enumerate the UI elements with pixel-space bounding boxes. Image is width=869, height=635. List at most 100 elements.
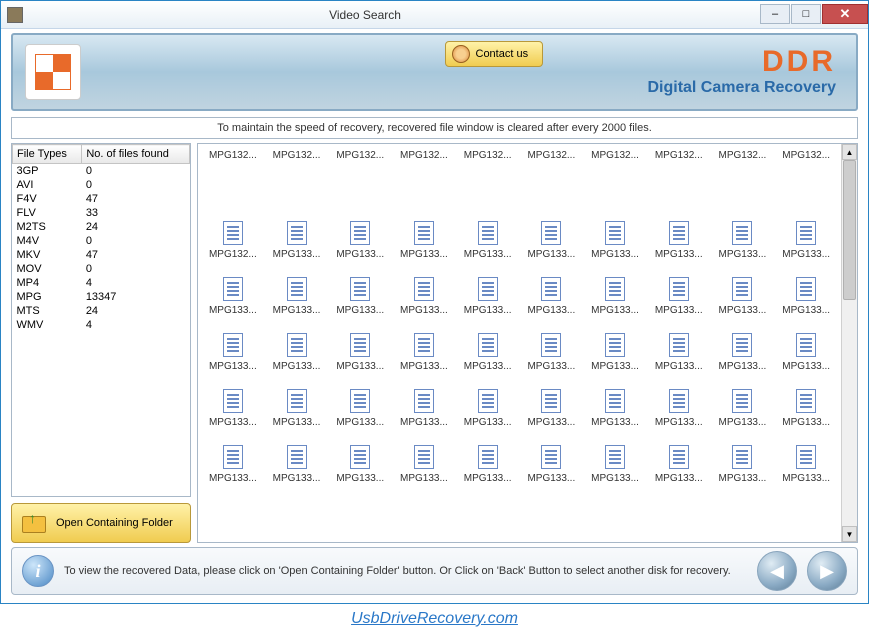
scroll-down-button[interactable]: ▼ — [842, 526, 857, 542]
file-label: MPG133... — [719, 473, 767, 484]
file-label: MPG133... — [336, 305, 384, 316]
file-item[interactable]: MPG133... — [648, 318, 710, 372]
file-item[interactable]: MPG133... — [457, 374, 519, 428]
table-row[interactable]: FLV33 — [13, 206, 190, 220]
table-row[interactable]: MKV47 — [13, 248, 190, 262]
file-item[interactable]: MPG133... — [712, 318, 774, 372]
file-item[interactable]: MPG132... — [202, 150, 264, 204]
cell-type: MKV — [13, 248, 82, 262]
file-item[interactable]: MPG132... — [712, 150, 774, 204]
contact-us-button[interactable]: Contact us — [445, 41, 544, 67]
file-item[interactable]: MPG133... — [202, 374, 264, 428]
back-button[interactable]: ◀ — [757, 551, 797, 591]
file-label: MPG133... — [655, 361, 703, 372]
document-icon — [350, 445, 370, 469]
file-item[interactable]: MPG133... — [712, 262, 774, 316]
file-item[interactable]: MPG133... — [457, 430, 519, 484]
file-item[interactable]: MPG133... — [393, 430, 455, 484]
maximize-button[interactable]: □ — [791, 4, 821, 24]
file-item[interactable]: MPG133... — [329, 318, 391, 372]
file-item[interactable]: MPG132... — [202, 206, 264, 260]
file-label: MPG133... — [591, 417, 639, 428]
file-item[interactable]: MPG133... — [393, 374, 455, 428]
scroll-up-button[interactable]: ▲ — [842, 144, 857, 160]
file-item[interactable]: MPG133... — [648, 206, 710, 260]
table-row[interactable]: M4V0 — [13, 234, 190, 248]
table-row[interactable]: MTS24 — [13, 304, 190, 318]
open-containing-folder-button[interactable]: Open Containing Folder — [11, 503, 191, 543]
file-item[interactable]: MPG133... — [457, 262, 519, 316]
file-item[interactable]: MPG133... — [266, 206, 328, 260]
table-row[interactable]: F4V47 — [13, 192, 190, 206]
file-item[interactable]: MPG133... — [775, 318, 837, 372]
file-item[interactable]: MPG133... — [521, 206, 583, 260]
file-item[interactable]: MPG133... — [775, 430, 837, 484]
table-row[interactable]: MP44 — [13, 276, 190, 290]
file-item[interactable]: MPG133... — [202, 318, 264, 372]
file-item[interactable]: MPG133... — [329, 206, 391, 260]
table-row[interactable]: WMV4 — [13, 318, 190, 332]
file-item[interactable]: MPG133... — [712, 430, 774, 484]
file-item[interactable]: MPG133... — [712, 374, 774, 428]
table-row[interactable]: 3GP0 — [13, 164, 190, 179]
file-item[interactable]: MPG132... — [393, 150, 455, 204]
table-row[interactable]: MPG13347 — [13, 290, 190, 304]
file-item[interactable]: MPG133... — [329, 430, 391, 484]
cell-type: FLV — [13, 206, 82, 220]
file-item[interactable]: MPG133... — [584, 262, 646, 316]
file-item[interactable]: MPG133... — [584, 318, 646, 372]
document-icon — [478, 333, 498, 357]
file-item[interactable]: MPG133... — [648, 374, 710, 428]
scroll-track[interactable] — [842, 160, 857, 526]
file-item[interactable]: MPG133... — [775, 262, 837, 316]
file-item[interactable]: MPG132... — [775, 150, 837, 204]
file-item[interactable]: MPG133... — [584, 374, 646, 428]
scroll-thumb[interactable] — [843, 160, 856, 300]
file-item[interactable]: MPG133... — [521, 374, 583, 428]
file-item[interactable]: MPG133... — [521, 318, 583, 372]
next-button[interactable]: ▶ — [807, 551, 847, 591]
table-row[interactable]: MOV0 — [13, 262, 190, 276]
file-item[interactable]: MPG133... — [329, 374, 391, 428]
file-item[interactable]: MPG133... — [648, 430, 710, 484]
file-item[interactable]: MPG133... — [775, 206, 837, 260]
file-item[interactable]: MPG133... — [457, 206, 519, 260]
file-item[interactable]: MPG133... — [648, 262, 710, 316]
file-item[interactable]: MPG133... — [202, 430, 264, 484]
file-item[interactable]: MPG132... — [266, 150, 328, 204]
file-item[interactable]: MPG133... — [584, 430, 646, 484]
file-label: MPG133... — [336, 361, 384, 372]
file-item[interactable]: MPG133... — [457, 318, 519, 372]
file-item[interactable]: MPG132... — [648, 150, 710, 204]
close-button[interactable]: ✕ — [822, 4, 868, 24]
cell-count: 24 — [82, 220, 190, 234]
file-item[interactable]: MPG133... — [393, 206, 455, 260]
file-item[interactable]: MPG132... — [584, 150, 646, 204]
site-link[interactable]: UsbDriveRecovery.com — [0, 604, 869, 634]
file-item[interactable]: MPG133... — [521, 262, 583, 316]
file-item[interactable]: MPG133... — [266, 262, 328, 316]
file-item[interactable]: MPG132... — [329, 150, 391, 204]
file-item[interactable]: MPG133... — [393, 262, 455, 316]
file-item[interactable]: MPG133... — [775, 374, 837, 428]
table-row[interactable]: AVI0 — [13, 178, 190, 192]
table-row[interactable]: M2TS24 — [13, 220, 190, 234]
file-item[interactable]: MPG133... — [393, 318, 455, 372]
file-item[interactable]: MPG133... — [202, 262, 264, 316]
file-item[interactable]: MPG133... — [521, 430, 583, 484]
col-header-count[interactable]: No. of files found — [82, 145, 190, 164]
file-item[interactable]: MPG133... — [266, 374, 328, 428]
file-item[interactable]: MPG133... — [266, 318, 328, 372]
file-item[interactable]: MPG133... — [266, 430, 328, 484]
file-item[interactable]: MPG132... — [457, 150, 519, 204]
file-item[interactable]: MPG133... — [712, 206, 774, 260]
file-item[interactable]: MPG133... — [329, 262, 391, 316]
col-header-type[interactable]: File Types — [13, 145, 82, 164]
file-label: MPG133... — [400, 361, 448, 372]
cell-count: 0 — [82, 234, 190, 248]
window-title: Video Search — [0, 8, 759, 22]
minimize-button[interactable]: – — [760, 4, 790, 24]
file-item[interactable]: MPG132... — [521, 150, 583, 204]
file-grid[interactable]: MPG132...MPG132...MPG132...MPG132...MPG1… — [198, 144, 841, 542]
file-item[interactable]: MPG133... — [584, 206, 646, 260]
